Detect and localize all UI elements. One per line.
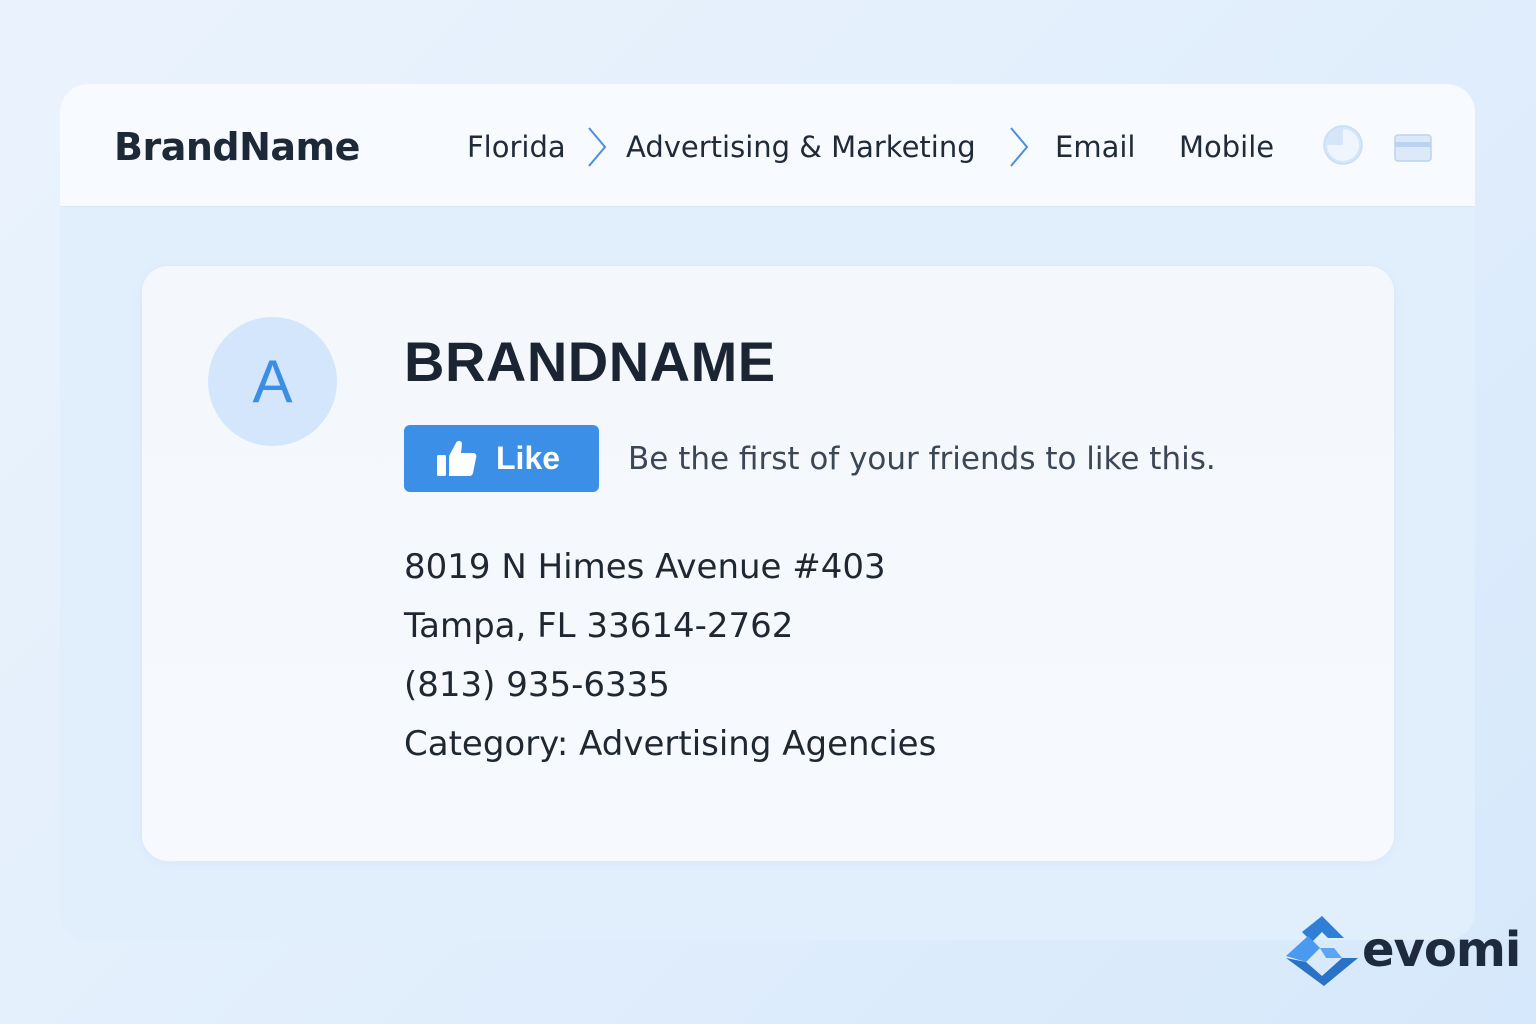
evomi-watermark: evomi — [1282, 912, 1521, 992]
evomi-logo-text: evomi — [1362, 922, 1521, 978]
clock-icon[interactable] — [1322, 124, 1364, 166]
business-name: BRANDNAME — [404, 330, 776, 393]
like-social-text: Be the first of your friends to like thi… — [628, 441, 1216, 477]
breadcrumb-florida[interactable]: Florida — [467, 128, 566, 166]
address-line-2: Tampa, FL 33614-2762 — [404, 606, 794, 646]
phone-number[interactable]: (813) 935-6335 — [404, 664, 670, 706]
nav-email[interactable]: Email — [1055, 128, 1135, 166]
chevron-right-icon — [588, 127, 607, 167]
nav-mobile[interactable]: Mobile — [1179, 128, 1274, 166]
brand-logo-text[interactable]: BrandName — [114, 124, 360, 170]
thumbs-up-icon — [437, 440, 477, 476]
breadcrumb-advertising-marketing[interactable]: Advertising & Marketing — [626, 128, 976, 166]
category-text: Category: Advertising Agencies — [404, 724, 937, 764]
like-button[interactable]: Like — [404, 425, 599, 492]
chevron-right-icon — [1010, 127, 1029, 167]
card-icon[interactable] — [1394, 134, 1432, 162]
top-navigation-bar: BrandName Florida Advertising & Marketin… — [60, 84, 1475, 207]
evomi-logo-icon — [1286, 916, 1358, 986]
address-line-1: 8019 N Himes Avenue #403 — [404, 547, 886, 587]
like-button-label: Like — [496, 440, 561, 476]
browser-window: BrandName Florida Advertising & Marketin… — [60, 84, 1475, 940]
avatar: A — [208, 317, 337, 446]
business-listing-card: A BRANDNAME Like Be the first of your fr… — [142, 266, 1394, 861]
